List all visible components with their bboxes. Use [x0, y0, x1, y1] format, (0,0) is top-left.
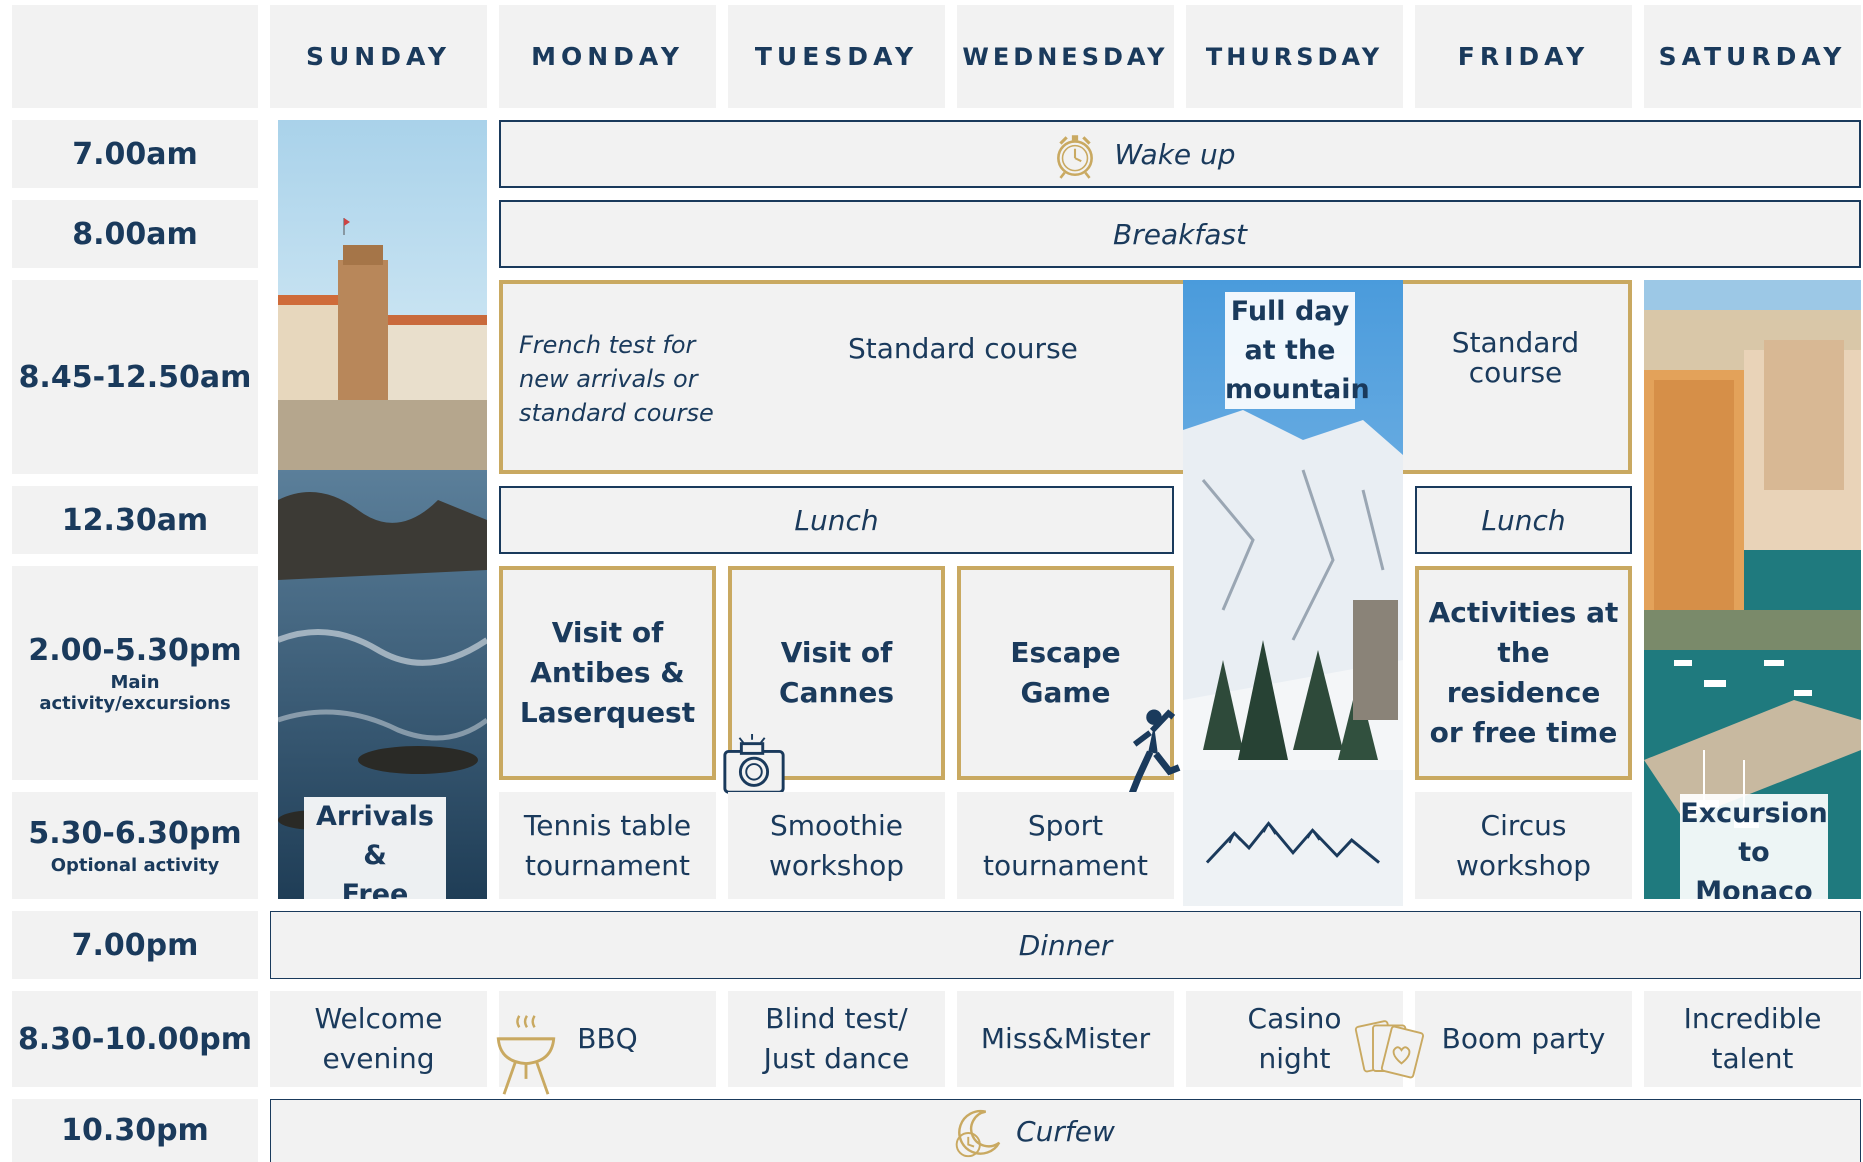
antibes-illustration: [278, 120, 487, 899]
time-sublabel-1400: Main activity/excursions: [39, 671, 231, 714]
day-header-wednesday: WEDNESDAY: [957, 5, 1174, 108]
climber-icon: [1127, 709, 1181, 798]
breakfast-label: Breakfast: [1113, 217, 1247, 251]
time-label-1400: 2.00-5.30pm Main activity/excursions: [12, 566, 258, 780]
optional-wednesday: Sport tournament: [957, 792, 1174, 899]
evening-saturday-label: Incredible talent: [1683, 1002, 1822, 1075]
standard-course-label: Standard course: [848, 332, 1078, 365]
day-header-friday: FRIDAY: [1415, 5, 1632, 108]
evening-friday-label: Boom party: [1441, 1022, 1606, 1055]
sunday-photo-antibes: Arrivals &Free time: [278, 120, 487, 899]
time-label-0700: 7.00am: [12, 120, 258, 188]
afternoon-monday-label: Visit of Antibes & Laserquest: [519, 616, 696, 729]
evening-wednesday: Miss&Mister: [957, 991, 1174, 1087]
french-test-note: French test for new arrivals or standard…: [519, 331, 714, 427]
dinner-label: Dinner: [1018, 928, 1113, 962]
time-sublabel-1730: Optional activity: [50, 854, 220, 876]
evening-monday-label: BBQ: [577, 1022, 638, 1055]
thursday-photo-label: Full day at the mountain: [1225, 292, 1370, 409]
day-header-monday: MONDAY: [499, 5, 716, 108]
time-label-1900: 7.00pm: [12, 911, 258, 979]
header-corner: [12, 5, 258, 108]
afternoon-friday: Activities at the residence or free time: [1415, 566, 1632, 780]
playing-cards-icon: [1354, 1020, 1424, 1079]
day-header-sunday: SUNDAY: [270, 5, 487, 108]
evening-sunday: Welcome evening: [270, 991, 487, 1087]
evening-tuesday: Blind test/Just dance: [728, 991, 945, 1087]
afternoon-wednesday-label: Escape Game: [1010, 636, 1121, 709]
optional-friday: Circus workshop: [1415, 792, 1632, 899]
evening-saturday: Incredible talent: [1644, 991, 1861, 1087]
time-label-0800: 8.00am: [12, 200, 258, 268]
saturday-photo-label: Excursion to Monaco: [1680, 794, 1828, 899]
time-label-2230: 10.30pm: [12, 1099, 258, 1162]
friday-standard-course-label: Standard course: [1451, 326, 1580, 389]
day-header-saturday: SATURDAY: [1644, 5, 1861, 108]
curfew-bar: Curfew: [270, 1099, 1861, 1162]
moon-clock-icon: [955, 1109, 1001, 1158]
optional-monday: Tennis table tournament: [499, 792, 716, 899]
optional-wednesday-label: Sport tournament: [982, 808, 1148, 882]
mountains-icon: [1205, 821, 1380, 864]
bbq-grill-icon: [496, 1015, 556, 1095]
dinner-bar: Dinner: [270, 911, 1861, 979]
afternoon-tuesday-label: Visit of Cannes: [779, 636, 894, 709]
lunch-bar-friday: Lunch: [1415, 486, 1632, 554]
sunday-photo-label: Arrivals &Free time: [304, 797, 446, 899]
optional-monday-label: Tennis table tournament: [523, 808, 692, 882]
lunch-label-friday: Lunch: [1481, 503, 1566, 537]
wake-up-bar: Wake up: [499, 120, 1861, 188]
time-label-1730: 5.30-6.30pm Optional activity: [12, 792, 258, 899]
wake-up-label: Wake up: [1114, 137, 1236, 171]
optional-friday-label: Circus workshop: [1456, 808, 1591, 882]
afternoon-friday-label: Activities at the residence or free time: [1428, 596, 1619, 749]
curfew-label: Curfew: [1016, 1114, 1115, 1148]
breakfast-bar: Breakfast: [499, 200, 1861, 268]
evening-thursday-label: Casino night: [1247, 1002, 1342, 1075]
alarm-clock-icon: [1057, 135, 1093, 179]
thursday-photo-mountain: Full day at the mountain: [1183, 280, 1403, 906]
day-header-tuesday: TUESDAY: [728, 5, 945, 108]
lunch-label-mon-wed: Lunch: [794, 503, 879, 537]
time-label-1230: 12.30am: [12, 486, 258, 554]
evening-sunday-label: Welcome evening: [314, 1002, 443, 1075]
afternoon-monday: Visit of Antibes & Laserquest: [499, 566, 716, 780]
evening-tuesday-label: Blind test/Just dance: [763, 1002, 910, 1075]
optional-tuesday: Smoothie workshop: [728, 792, 945, 899]
evening-friday: Boom party: [1415, 991, 1632, 1087]
time-label-2030: 8.30-10.00pm: [12, 991, 258, 1087]
evening-wednesday-label: Miss&Mister: [980, 1022, 1151, 1055]
time-label-0845: 8.45-12.50am: [12, 280, 258, 474]
lunch-bar-mon-wed: Lunch: [499, 486, 1174, 554]
day-header-thursday: THURSDAY: [1186, 5, 1403, 108]
optional-tuesday-label: Smoothie workshop: [769, 808, 904, 882]
saturday-photo-monaco: Excursion to Monaco: [1644, 280, 1861, 899]
morning-course-friday: Standard course: [1403, 280, 1632, 474]
morning-course-mon-wed: French test for new arrivals or standard…: [499, 280, 1187, 474]
